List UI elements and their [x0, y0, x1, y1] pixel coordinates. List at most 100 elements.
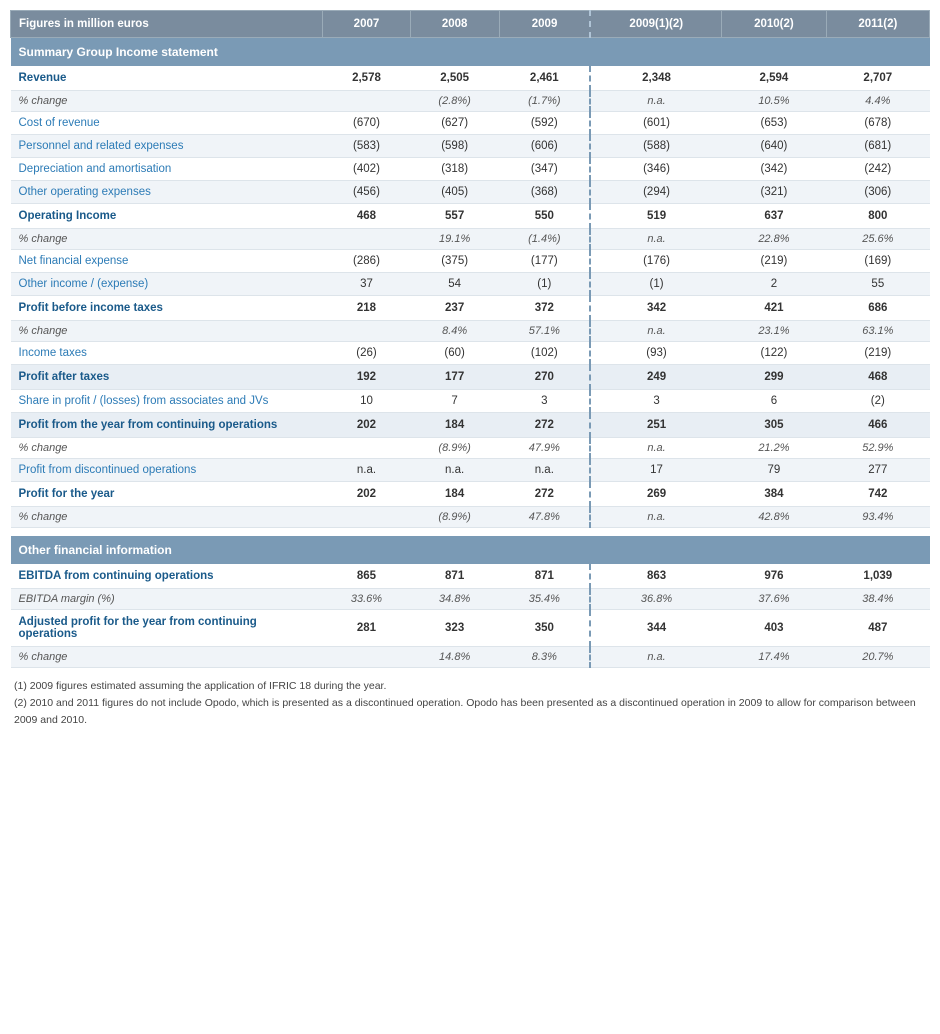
row-label: Profit from discontinued operations	[11, 459, 323, 482]
row-value: (176)	[590, 250, 721, 273]
table-row: Profit from the year from continuing ope…	[11, 413, 930, 438]
row-value: 184	[410, 482, 499, 507]
table-row: % change(8.9%)47.8%n.a.42.8%93.4%	[11, 507, 930, 528]
row-label: Depreciation and amortisation	[11, 158, 323, 181]
row-value: (456)	[323, 181, 410, 204]
row-value: (670)	[323, 112, 410, 135]
row-value: 3	[590, 390, 721, 413]
row-value	[323, 647, 410, 668]
row-value: 79	[722, 459, 826, 482]
row-value: 550	[499, 204, 590, 229]
row-value: 272	[499, 413, 590, 438]
row-value: (1)	[499, 273, 590, 296]
row-value: 57.1%	[499, 321, 590, 342]
row-value: 192	[323, 365, 410, 390]
row-value: (402)	[323, 158, 410, 181]
row-value: 2,707	[826, 66, 929, 91]
row-value: (640)	[722, 135, 826, 158]
row-value: 36.8%	[590, 589, 721, 610]
row-value: 2,461	[499, 66, 590, 91]
section-header-label: Summary Group Income statement	[11, 38, 930, 67]
row-value: 976	[722, 564, 826, 589]
row-value: (653)	[722, 112, 826, 135]
income-statement-table: Figures in million euros 2007 2008 2009 …	[10, 10, 930, 668]
table-row: Net financial expense(286)(375)(177)(176…	[11, 250, 930, 273]
row-value: (601)	[590, 112, 721, 135]
row-value: (1.4%)	[499, 229, 590, 250]
row-value: (242)	[826, 158, 929, 181]
table-row: Share in profit / (losses) from associat…	[11, 390, 930, 413]
row-value: 25.6%	[826, 229, 929, 250]
row-value: (102)	[499, 342, 590, 365]
row-value: (169)	[826, 250, 929, 273]
table-row: Adjusted profit for the year from contin…	[11, 610, 930, 647]
row-value: (583)	[323, 135, 410, 158]
table-row: Profit before income taxes21823737234242…	[11, 296, 930, 321]
table-row: Personnel and related expenses(583)(598)…	[11, 135, 930, 158]
row-value: 270	[499, 365, 590, 390]
row-value: 184	[410, 413, 499, 438]
row-value: 202	[323, 413, 410, 438]
row-value: n.a.	[499, 459, 590, 482]
row-value: (346)	[590, 158, 721, 181]
row-value: (598)	[410, 135, 499, 158]
row-label: Share in profit / (losses) from associat…	[11, 390, 323, 413]
row-value: (321)	[722, 181, 826, 204]
row-value: 35.4%	[499, 589, 590, 610]
row-value: 269	[590, 482, 721, 507]
row-value: (2.8%)	[410, 91, 499, 112]
row-value: 38.4%	[826, 589, 929, 610]
row-value: (8.9%)	[410, 438, 499, 459]
col-header-2009: 2009	[499, 11, 590, 38]
row-value: 2,578	[323, 66, 410, 91]
row-value: n.a.	[590, 229, 721, 250]
row-label: Other operating expenses	[11, 181, 323, 204]
row-value: (219)	[722, 250, 826, 273]
row-label: % change	[11, 229, 323, 250]
row-value: 2,594	[722, 66, 826, 91]
row-value: 37	[323, 273, 410, 296]
row-value	[323, 321, 410, 342]
row-value: 277	[826, 459, 929, 482]
row-label: Profit from the year from continuing ope…	[11, 413, 323, 438]
row-value: 33.6%	[323, 589, 410, 610]
row-value: (2)	[826, 390, 929, 413]
section-header-2: Other financial information	[11, 536, 930, 564]
table-row: % change14.8%8.3%n.a.17.4%20.7%	[11, 647, 930, 668]
row-value: 52.9%	[826, 438, 929, 459]
row-value: 14.8%	[410, 647, 499, 668]
row-label: % change	[11, 647, 323, 668]
row-value: 871	[499, 564, 590, 589]
row-value: 3	[499, 390, 590, 413]
row-value: 384	[722, 482, 826, 507]
row-value: 323	[410, 610, 499, 647]
row-value: 55	[826, 273, 929, 296]
row-value: 251	[590, 413, 721, 438]
row-value: 7	[410, 390, 499, 413]
col-header-label: Figures in million euros	[11, 11, 323, 38]
row-value: 421	[722, 296, 826, 321]
row-value: (318)	[410, 158, 499, 181]
row-label: Adjusted profit for the year from contin…	[11, 610, 323, 647]
row-value: 1,039	[826, 564, 929, 589]
row-value: (681)	[826, 135, 929, 158]
row-value: 865	[323, 564, 410, 589]
row-value	[323, 438, 410, 459]
section-header-label: Other financial information	[11, 536, 930, 564]
row-value: (606)	[499, 135, 590, 158]
row-value: 20.7%	[826, 647, 929, 668]
row-value: 2	[722, 273, 826, 296]
row-value: 22.8%	[722, 229, 826, 250]
col-header-2009-1-2: 2009(1)(2)	[590, 11, 721, 38]
row-value	[323, 507, 410, 528]
spacer-row	[11, 528, 930, 537]
table-row: Operating Income468557550519637800	[11, 204, 930, 229]
row-value: 272	[499, 482, 590, 507]
row-value: (678)	[826, 112, 929, 135]
row-value: 19.1%	[410, 229, 499, 250]
footnotes: (1) 2009 figures estimated assuming the …	[10, 678, 930, 728]
row-value: (306)	[826, 181, 929, 204]
row-value: n.a.	[590, 321, 721, 342]
row-value: (60)	[410, 342, 499, 365]
row-label: Net financial expense	[11, 250, 323, 273]
